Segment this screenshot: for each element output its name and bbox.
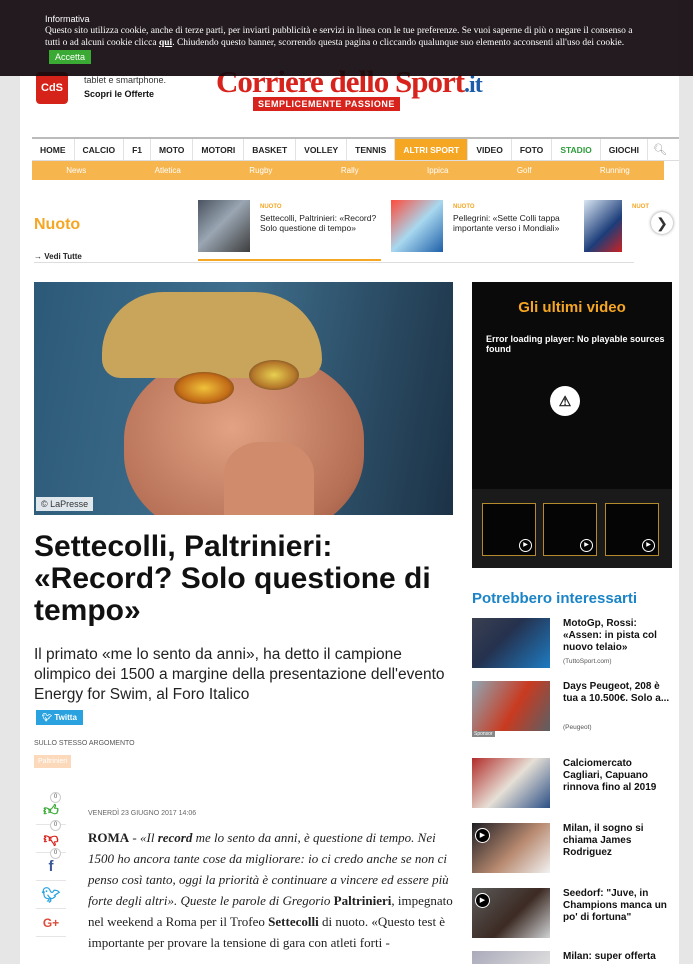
- nav-item-motori[interactable]: MOTORI: [193, 139, 245, 160]
- main-nav: HOME CALCIO F1 MOTO MOTORI BASKET VOLLEY…: [32, 137, 679, 161]
- news-thumbnail: [391, 200, 443, 252]
- search-icon[interactable]: 🔍︎: [648, 139, 672, 160]
- warning-icon: ⚠︎: [550, 386, 580, 416]
- sponsor-badge: Sponsor: [472, 731, 495, 737]
- cookie-link[interactable]: qui: [159, 38, 172, 48]
- twitter-icon[interactable]: 🐦︎: [36, 881, 66, 909]
- related-thumbnail: ▶︎: [472, 823, 550, 873]
- hero-image: [34, 282, 453, 515]
- twitter-share-button[interactable]: 🐦︎ Twitta: [36, 710, 83, 725]
- chevron-right-icon[interactable]: ❯: [651, 212, 673, 234]
- sub-nav: News Atletica Rugby Rally Ippica Golf Ru…: [32, 161, 664, 180]
- share-bar: 👍︎ 0 👎︎ 0 f0 🐦︎ G+: [36, 792, 66, 937]
- facebook-count: 0: [50, 848, 61, 859]
- nav-item-video[interactable]: VIDEO: [468, 139, 512, 160]
- related-thumbnail: [472, 618, 550, 668]
- section-title[interactable]: Nuoto: [34, 216, 80, 234]
- cds-app-logo[interactable]: CdS: [36, 72, 68, 104]
- promo-cta[interactable]: Scopri le Offerte: [84, 89, 154, 99]
- hero-photo-goggle: [174, 372, 234, 404]
- related-item-source: (TuttoSport.com): [563, 658, 612, 665]
- nav-item-calcio[interactable]: CALCIO: [75, 139, 125, 160]
- play-icon: ▶︎: [519, 539, 532, 552]
- related-topic-label: SULLO STESSO ARGOMENTO: [34, 740, 135, 747]
- cookie-banner: Informativa Questo sito utilizza cookie,…: [0, 0, 693, 76]
- news-label: NUOTO: [453, 204, 475, 210]
- play-icon: ▶︎: [475, 828, 490, 843]
- facebook-icon[interactable]: f0: [36, 848, 66, 881]
- cookie-text: Questo sito utilizza cookie, anche di te…: [45, 25, 645, 65]
- news-title[interactable]: Settecolli, Paltrinieri: «Record? Solo q…: [260, 213, 378, 233]
- video-thumb[interactable]: ▶︎: [605, 503, 659, 556]
- like-count: 0: [50, 792, 61, 803]
- related-item-title[interactable]: Milan: super offerta: [563, 951, 673, 963]
- nav-item-basket[interactable]: BASKET: [244, 139, 297, 160]
- related-item-source: (Peugeot): [563, 724, 592, 731]
- play-icon: ▶︎: [642, 539, 655, 552]
- promo-text: tablet e smartphone.: [84, 75, 167, 85]
- news-label: NUOT: [632, 204, 649, 210]
- related-thumbnail: [472, 681, 550, 731]
- hero-photo-goggle: [249, 360, 299, 390]
- nav-item-foto[interactable]: FOTO: [512, 139, 553, 160]
- related-item-title[interactable]: Seedorf: "Juve, in Champions manca un po…: [563, 888, 673, 924]
- nav-item-stadio[interactable]: STADIO: [552, 139, 601, 160]
- divider: [34, 262, 634, 263]
- news-thumbnail: [198, 200, 250, 252]
- subnav-item-atletica[interactable]: Atletica: [155, 161, 181, 180]
- subnav-item-news[interactable]: News: [66, 161, 86, 180]
- nav-item-home[interactable]: HOME: [32, 139, 75, 160]
- article-headline: Settecolli, Paltrinieri: «Record? Solo q…: [34, 530, 431, 627]
- article-date: VENERDÌ 23 GIUGNO 2017 14:06: [88, 810, 197, 817]
- subnav-item-golf[interactable]: Golf: [517, 161, 532, 180]
- video-widget-title: Gli ultimi video: [518, 299, 626, 316]
- nav-item-altri-sport[interactable]: ALTRI SPORT: [395, 139, 469, 160]
- related-item-title[interactable]: Days Peugeot, 208 è tua a 10.500€. Solo …: [563, 681, 673, 705]
- active-indicator: [198, 259, 381, 261]
- brand-tagline: SEMPLICEMENTE PASSIONE: [253, 97, 400, 111]
- related-title: Potrebbero interessarti: [472, 590, 638, 607]
- nav-item-giochi[interactable]: GIOCHI: [601, 139, 649, 160]
- subnav-item-rally[interactable]: Rally: [341, 161, 359, 180]
- nav-item-f1[interactable]: F1: [124, 139, 152, 160]
- news-title[interactable]: Pellegrini: «Sette Colli tappa important…: [453, 213, 571, 233]
- googleplus-icon[interactable]: G+: [36, 909, 66, 937]
- related-item-title[interactable]: MotoGp, Rossi: «Assen: in pista col nuov…: [563, 618, 673, 654]
- article-body: ROMA - «Il record me lo sento da anni, è…: [88, 830, 453, 950]
- subnav-item-ippica[interactable]: Ippica: [427, 161, 448, 180]
- dislike-count: 0: [50, 820, 61, 831]
- news-thumbnail: [584, 200, 622, 252]
- related-item-title[interactable]: Milan, il sogno si chiama James Rodrigue…: [563, 823, 673, 859]
- cookie-title: Informativa: [45, 14, 90, 24]
- play-icon: ▶︎: [475, 893, 490, 908]
- video-error: Error loading player: No playable source…: [486, 334, 665, 354]
- play-icon: ▶︎: [580, 539, 593, 552]
- video-thumb[interactable]: ▶︎: [482, 503, 536, 556]
- video-thumb[interactable]: ▶︎: [543, 503, 597, 556]
- nav-item-volley[interactable]: VOLLEY: [296, 139, 348, 160]
- related-thumbnail: [472, 758, 550, 808]
- nav-item-moto[interactable]: MOTO: [151, 139, 194, 160]
- nav-item-tennis[interactable]: TENNIS: [347, 139, 396, 160]
- accept-button[interactable]: Accetta: [49, 49, 92, 65]
- photo-credit: © LaPresse: [36, 497, 94, 511]
- article-summary: Il primato «me lo sento da anni», ha det…: [34, 646, 445, 703]
- page: CdS tablet e smartphone. Scopri le Offer…: [20, 0, 679, 964]
- see-all-link[interactable]: → Vedi Tutte: [34, 252, 82, 261]
- related-thumbnail: ▶︎: [472, 888, 550, 938]
- subnav-item-running[interactable]: Running: [600, 161, 630, 180]
- related-thumbnail: [472, 951, 550, 964]
- related-item-title[interactable]: Calciomercato Cagliari, Capuano rinnova …: [563, 758, 673, 794]
- hero-photo-hand: [224, 442, 314, 515]
- twitter-icon: 🐦︎: [42, 713, 55, 722]
- video-widget: Gli ultimi video Error loading player: N…: [472, 282, 672, 568]
- subnav-item-rugby[interactable]: Rugby: [249, 161, 272, 180]
- news-label: NUOTO: [260, 204, 282, 210]
- topic-tag[interactable]: Paltrinieri: [34, 755, 72, 768]
